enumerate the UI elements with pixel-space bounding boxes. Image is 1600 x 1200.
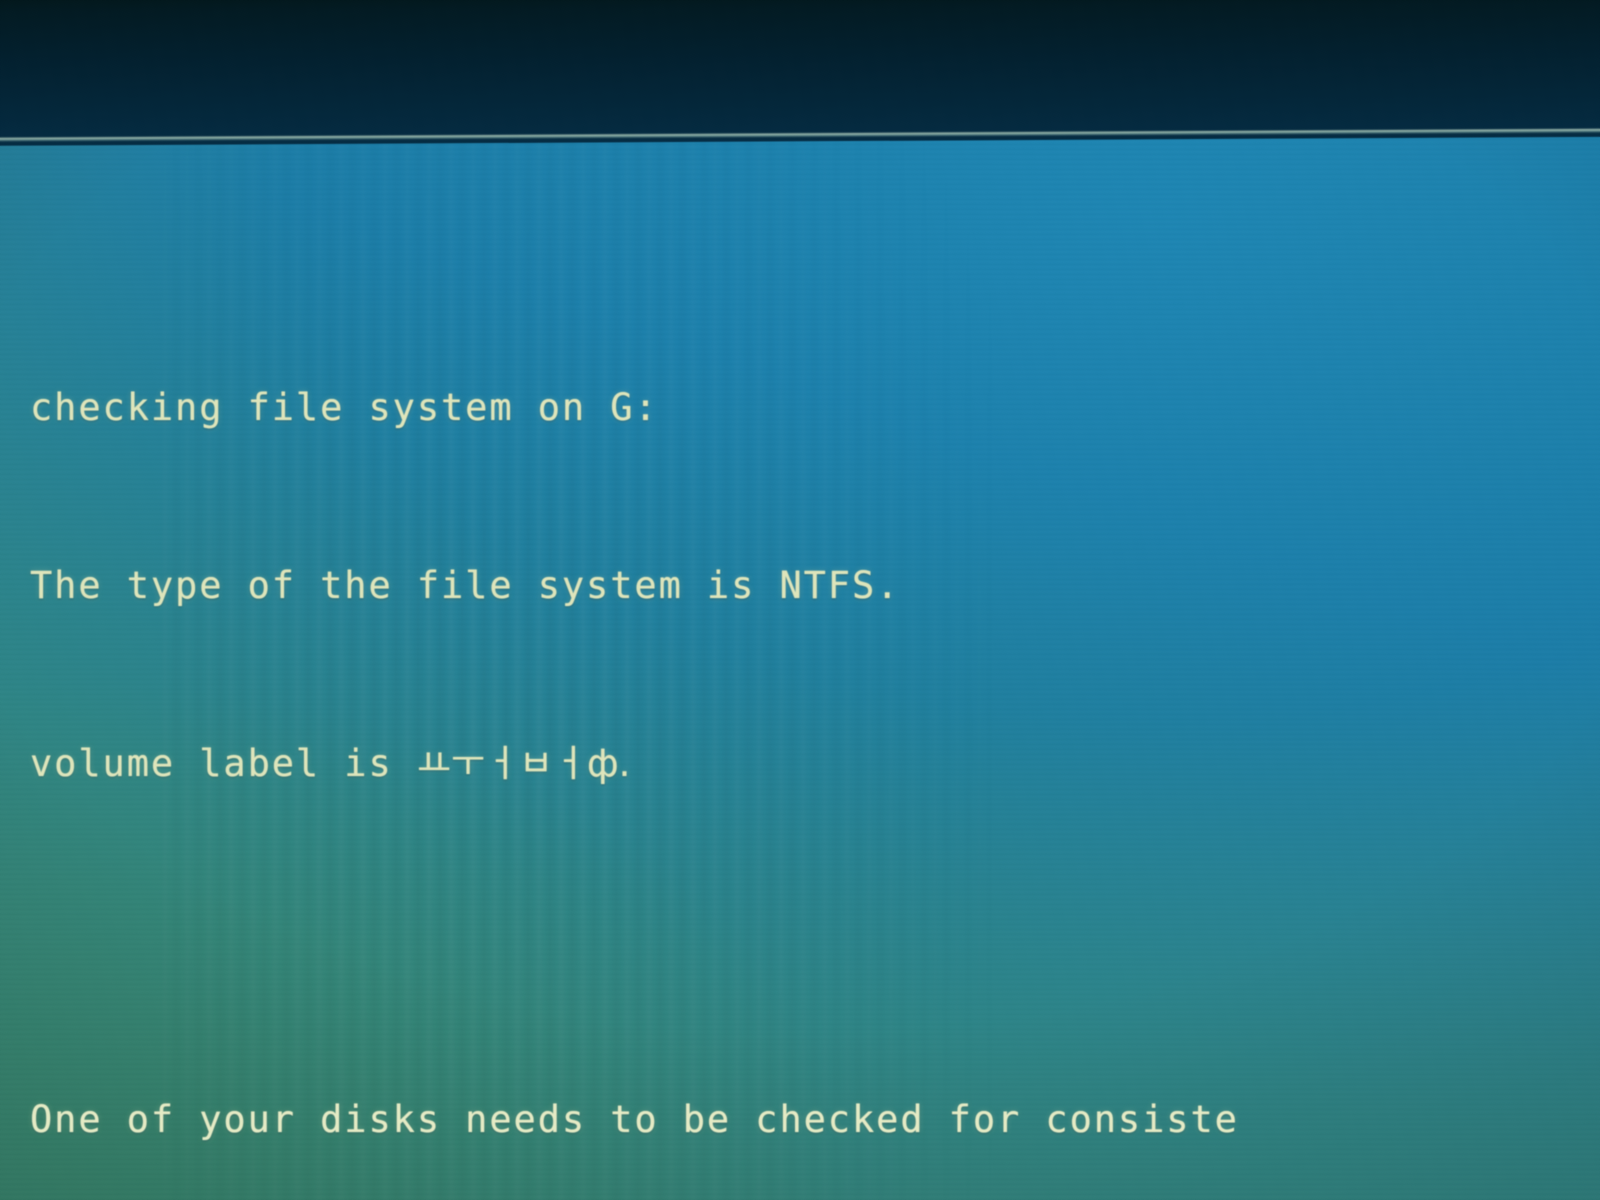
volume-label-prefix: volume label is — [30, 741, 417, 785]
line-checking-file-system: checking file system on G: — [30, 385, 659, 429]
volume-label-glyphs: ㅛㅜㅓㅂㅓф. — [416, 741, 631, 785]
top-letterbox-band — [0, 0, 1600, 146]
line-file-system-type: The type of the file system is NTFS. — [30, 563, 901, 607]
line-volume-label: volume label is ㅛㅜㅓㅂㅓф. — [30, 742, 1600, 787]
line-blank-1 — [30, 920, 1600, 965]
console-text-area: checking file system on G: The type of t… — [30, 252, 1600, 1200]
chkdsk-screen: checking file system on G: The type of t… — [0, 0, 1600, 1200]
line-needs-check: One of your disks needs to be checked fo… — [30, 1097, 1239, 1141]
